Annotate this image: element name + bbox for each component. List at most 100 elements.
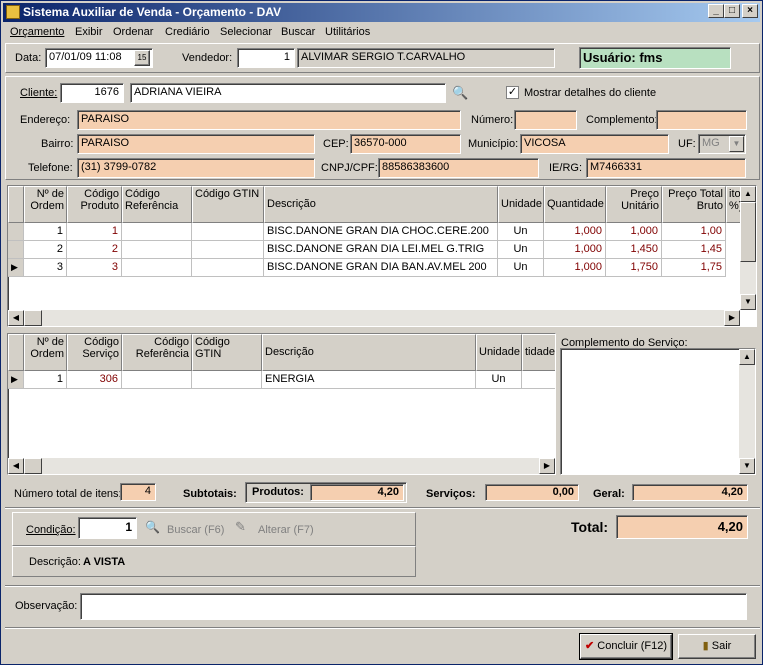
alterar-button[interactable]: Alterar (F7) (258, 524, 314, 536)
cep-label: CEP: (323, 138, 349, 150)
col-header-descricao[interactable]: Descrição (264, 186, 498, 223)
menu-buscar[interactable]: Buscar (281, 26, 315, 38)
scroll-left-icon[interactable]: ◀ (8, 458, 24, 474)
numero-field (514, 110, 577, 130)
binoculars-icon[interactable]: 🔍 (145, 520, 160, 534)
condicao-field[interactable]: 1 (78, 517, 137, 539)
vendedor-name-field: ALVIMAR SERGIO T.CARVALHO (297, 48, 555, 68)
menu-exibir[interactable]: Exibir (75, 26, 103, 38)
products-hscroll[interactable]: ◀ ▶ (8, 310, 740, 326)
binoculars-icon[interactable]: 🔍 (452, 85, 468, 101)
bairro-field: PARAISO (77, 134, 315, 154)
col-header-unidade[interactable]: Unidade (476, 334, 522, 371)
col-header-codigo-servico[interactable]: Código Serviço (67, 334, 122, 371)
products-vscroll[interactable]: ▲ ▼ (740, 186, 756, 310)
complemento-field (656, 110, 747, 130)
menu-selecionar[interactable]: Selecionar (220, 26, 272, 38)
col-header-codigo[interactable]: Código Produto (67, 186, 122, 223)
menu-ordenar[interactable]: Ordenar (113, 26, 153, 38)
vendedor-label: Vendedor: (182, 52, 233, 64)
num-itens-field: 4 (120, 483, 156, 501)
divider (5, 627, 760, 629)
col-header-gtin[interactable]: Código GTIN (192, 334, 262, 371)
calendar-button[interactable]: 15 (134, 50, 150, 66)
complemento-vscroll[interactable]: ▲ ▼ (739, 349, 755, 474)
geral-label: Geral: (593, 488, 625, 500)
numero-label: Número: (471, 114, 514, 126)
scroll-up-icon[interactable]: ▲ (739, 349, 755, 365)
geral-total-field: 4,20 (632, 484, 748, 501)
col-header-gtin[interactable]: Código GTIN (192, 186, 264, 223)
menu-utilitarios[interactable]: Utilitários (325, 26, 370, 38)
telefone-field: (31) 3799-0782 (77, 158, 315, 178)
col-header-quantidade[interactable]: tidade (522, 334, 555, 371)
observacao-label: Observação: (15, 600, 78, 612)
servicos-total-field: 0,00 (485, 484, 579, 501)
check-icon: ✔ (585, 640, 595, 652)
cep-field: 36570-000 (350, 134, 461, 154)
title-bar: Sistema Auxiliar de Venda - Orçamento - … (3, 3, 760, 22)
cnpj-label: CNPJ/CPF: (321, 162, 378, 174)
observacao-field[interactable] (80, 593, 747, 620)
scroll-thumb[interactable] (24, 310, 42, 326)
col-header-preco-unitario[interactable]: Preço Unitário (606, 186, 662, 223)
services-hscroll[interactable]: ◀ ▶ (8, 458, 555, 474)
uf-select[interactable]: MG ▼ (698, 134, 746, 154)
vendedor-code-field[interactable]: 1 (237, 48, 295, 68)
endereco-label: Endereço: (20, 114, 71, 126)
ie-field: M7466331 (586, 158, 746, 178)
show-details-label: Mostrar detalhes do cliente (524, 87, 657, 99)
maximize-button[interactable]: □ (724, 4, 740, 18)
menu-orcamento[interactable]: Orçamento (10, 26, 64, 38)
subtotais-label: Subtotais: (183, 488, 237, 500)
window-title: Sistema Auxiliar de Venda - Orçamento - … (23, 5, 282, 19)
col-header-unidade[interactable]: Unidade (498, 186, 544, 223)
menu-crediario[interactable]: Crediário (165, 26, 210, 38)
cliente-name-field[interactable]: ADRIANA VIEIRA (130, 83, 446, 103)
uf-label: UF: (678, 138, 696, 150)
scroll-thumb[interactable] (24, 458, 42, 474)
scroll-thumb[interactable] (740, 202, 756, 262)
total-label: Total: (571, 519, 609, 535)
scroll-left-icon[interactable]: ◀ (8, 310, 24, 326)
scroll-right-icon[interactable]: ▶ (539, 458, 555, 474)
minimize-button[interactable]: _ (708, 4, 724, 18)
data-label: Data: (15, 52, 42, 64)
cliente-code-field[interactable]: 1676 (60, 83, 124, 103)
scroll-down-icon[interactable]: ▼ (740, 294, 756, 310)
col-header-descricao[interactable]: Descrição (262, 334, 476, 371)
col-header-preco-total[interactable]: Preço Total Bruto (662, 186, 726, 223)
products-grid[interactable]: Nº de Ordem Código Produto Código Referê… (7, 185, 757, 327)
col-header-quantidade[interactable]: Quantidade (544, 186, 606, 223)
scroll-up-icon[interactable]: ▲ (740, 186, 756, 202)
chevron-down-icon[interactable]: ▼ (729, 136, 744, 152)
complemento-servico-textarea[interactable]: ▲ ▼ (560, 348, 756, 475)
door-icon: ▮ (702, 640, 709, 652)
bairro-label: Bairro: (41, 138, 74, 150)
app-icon (6, 5, 20, 19)
buscar-button[interactable]: Buscar (F6) (167, 524, 224, 536)
sair-button[interactable]: ▮ Sair (678, 634, 756, 659)
usuario-badge: Usuário: fms (579, 47, 731, 69)
scroll-right-icon[interactable]: ▶ (724, 310, 740, 326)
condicao-label: Condição: (26, 524, 76, 536)
services-grid[interactable]: Nº de Ordem Código Serviço Código Referê… (7, 333, 556, 475)
col-header-ordem[interactable]: Nº de Ordem (24, 334, 67, 371)
complemento-label: Complemento: (586, 114, 658, 126)
total-field: 4,20 (616, 515, 748, 539)
col-header-referencia[interactable]: Código Referência (122, 334, 192, 371)
row-pointer-icon: ▶ (8, 371, 24, 389)
col-header-referencia[interactable]: Código Referência (122, 186, 192, 223)
show-details-checkbox[interactable]: ✓ (506, 86, 519, 99)
col-header-ordem[interactable]: Nº de Ordem (24, 186, 67, 223)
scroll-down-icon[interactable]: ▼ (739, 458, 755, 474)
close-button[interactable]: × (742, 4, 758, 18)
municipio-label: Município: (468, 138, 519, 150)
row-pointer-icon: ▶ (8, 259, 24, 277)
concluir-button[interactable]: ✔ Concluir (F12) (579, 633, 673, 660)
divider (5, 507, 760, 509)
edit-icon[interactable]: ✎ (235, 519, 246, 535)
telefone-label: Telefone: (28, 162, 73, 174)
produtos-total-field: 4,20 (310, 484, 404, 501)
municipio-field: VICOSA (520, 134, 669, 154)
